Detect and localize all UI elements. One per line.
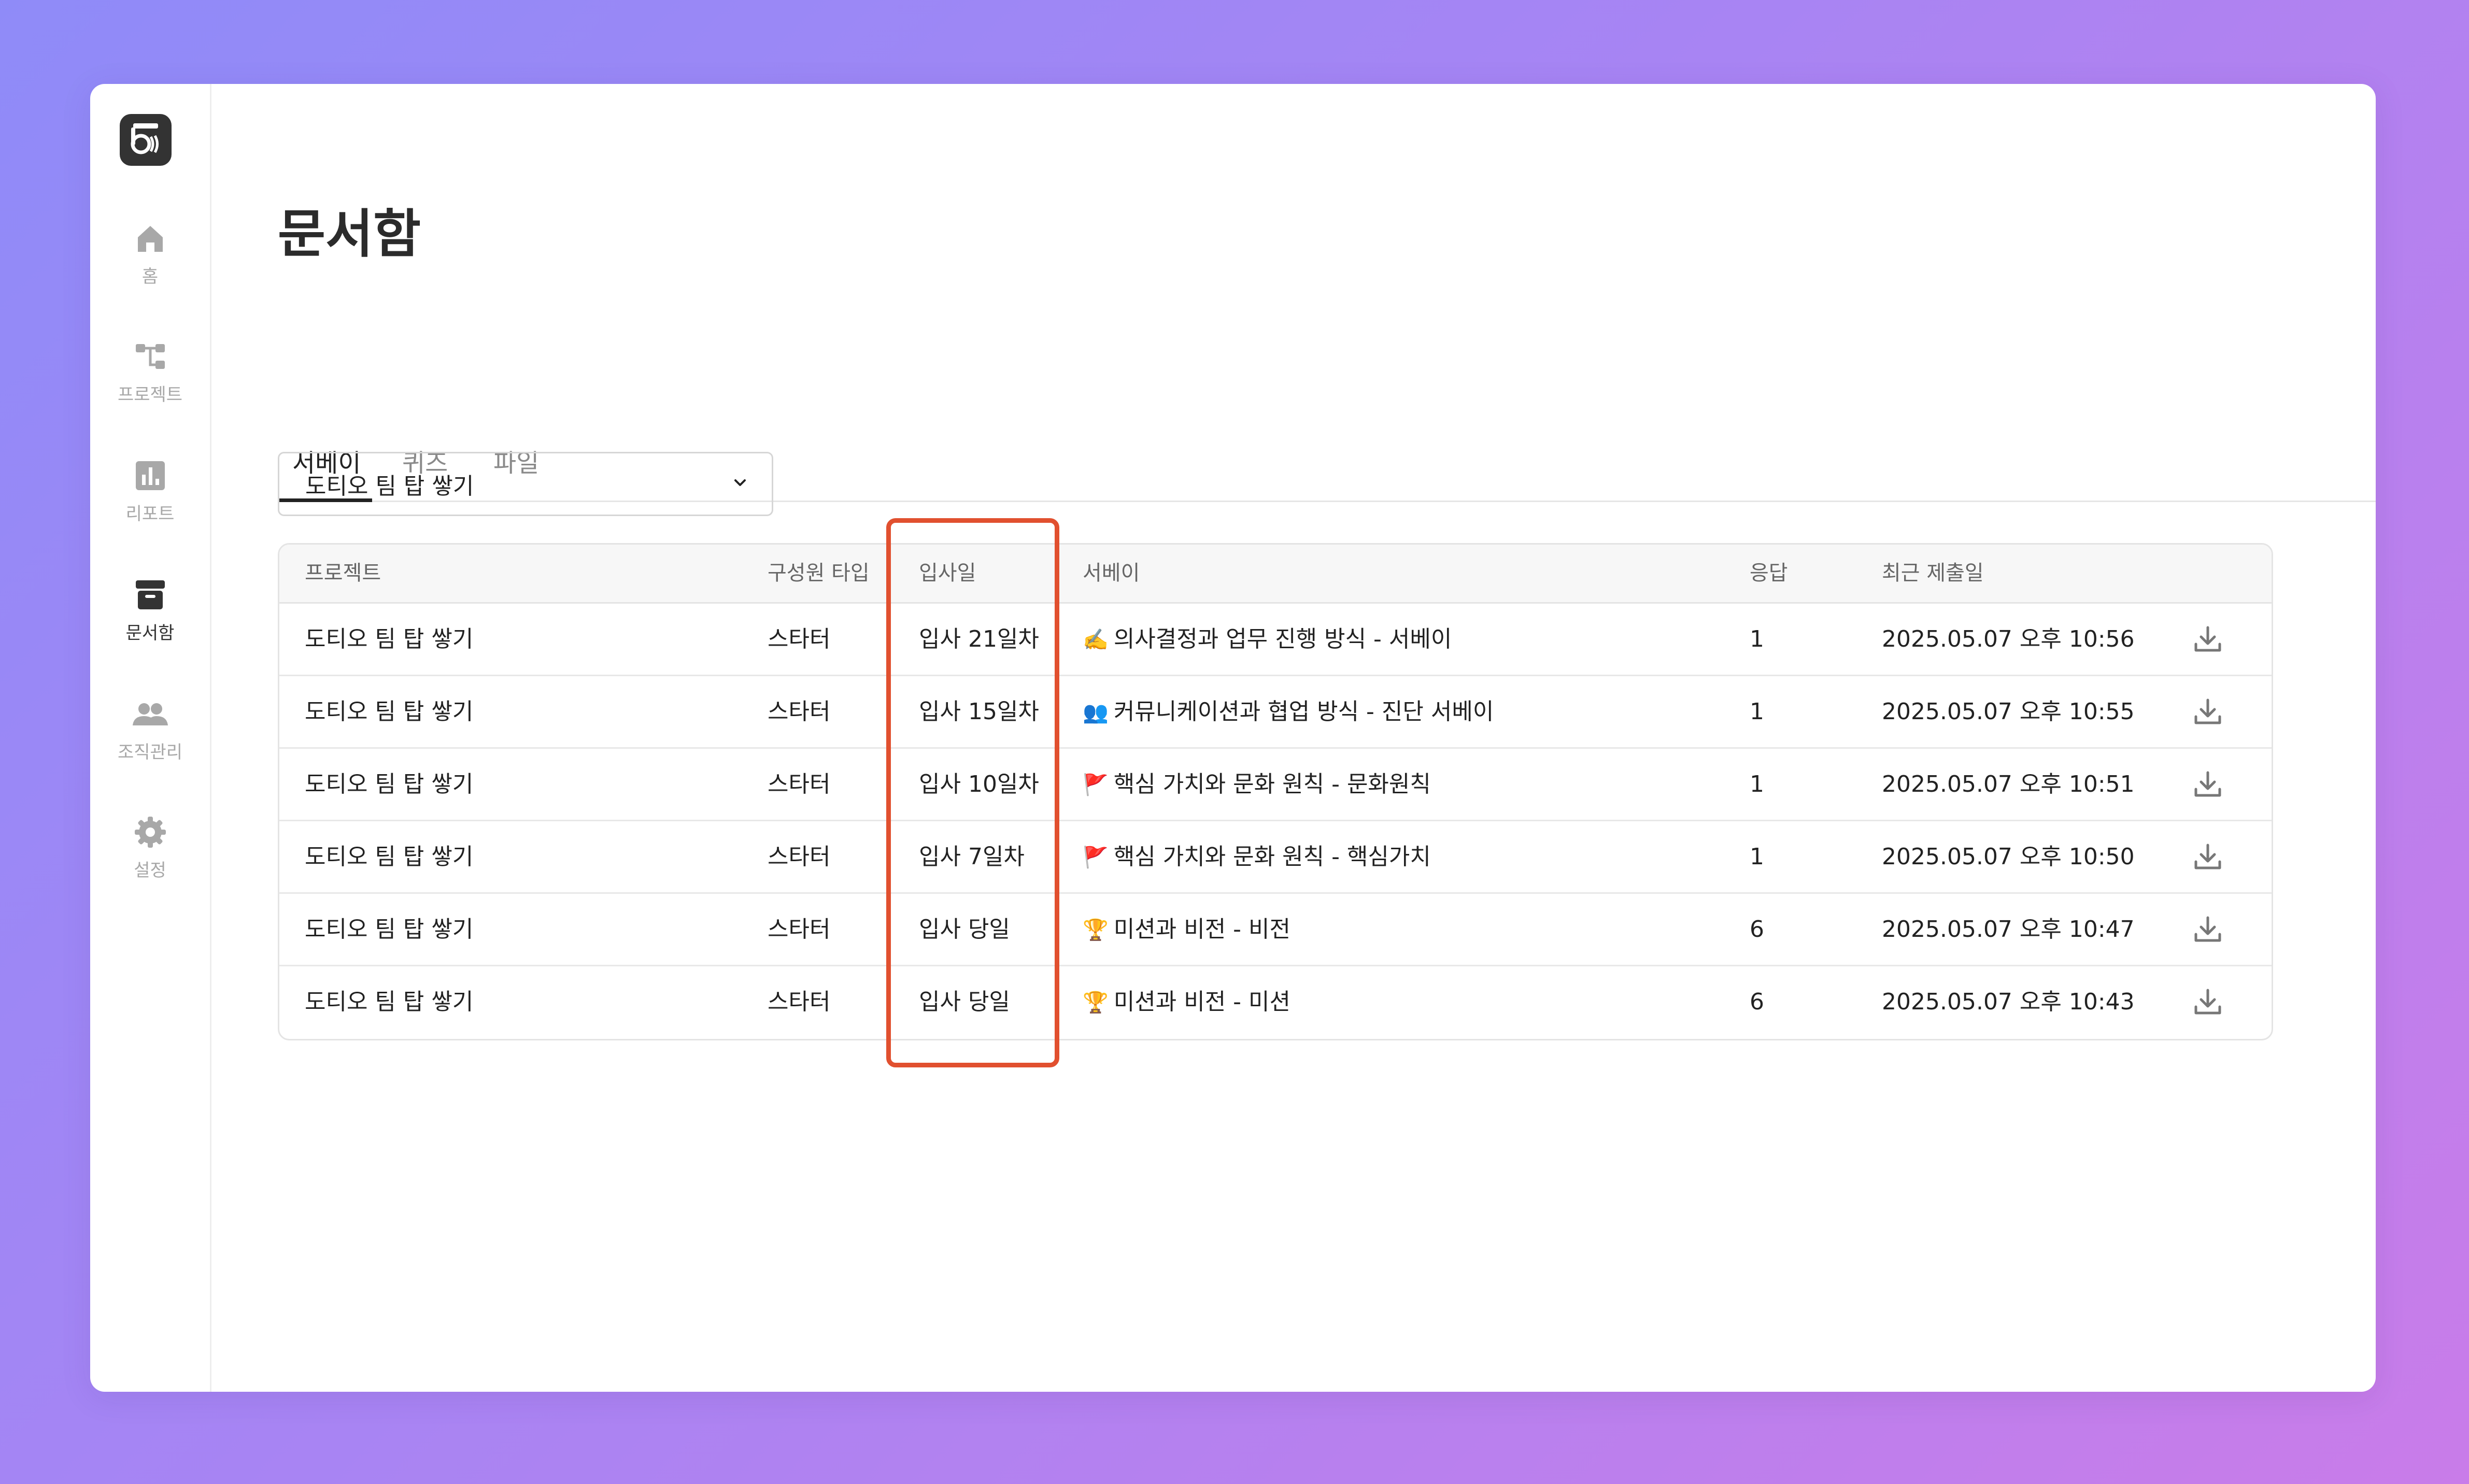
cell-project: 도티오 팀 탑 쌓기 [305,989,474,1015]
download-icon[interactable] [2192,841,2224,873]
cell-member-type: 스타터 [768,916,831,943]
cell-join-day: 입사 21일차 [919,626,1039,652]
cell-member-type: 스타터 [768,626,831,652]
column-header-member-type: 구성원 타입 [768,561,870,585]
table-header: 프로젝트 구성원 타입 입사일 서베이 응답 최근 제출일 [279,545,2272,604]
cell-project: 도티오 팀 탑 쌓기 [305,916,474,943]
survey-emoji-icon: 🏆 [1083,991,1109,1015]
chevron-down-icon [731,474,749,494]
home-icon [132,220,169,257]
page-title: 문서함 [278,204,421,264]
users-icon [132,695,169,733]
column-header-last-submitted: 최근 제출일 [1882,561,1984,585]
sidebar-item-label: 프로젝트 [117,384,183,405]
sidebar-item-label: 조직관리 [117,742,183,763]
cell-project: 도티오 팀 탑 쌓기 [305,771,474,797]
sidebar-item-label: 리포트 [125,504,175,524]
cell-member-type: 스타터 [768,989,831,1015]
cell-responses: 6 [1750,989,1764,1015]
cell-member-type: 스타터 [768,771,831,797]
sidebar-item-report[interactable]: 리포트 [90,457,210,540]
cell-join-day: 입사 10일차 [919,771,1039,797]
cell-responses: 1 [1750,698,1764,725]
table-row[interactable]: 도티오 팀 탑 쌓기 스타터 입사 10일차 🚩 핵심 가치와 문화 원칙 - 문… [279,749,2272,821]
survey-title: 의사결정과 업무 진행 방식 - 서베이 [1113,626,1452,652]
download-icon[interactable] [2192,914,2224,946]
cell-survey: 👥 커뮤니케이션과 협업 방식 - 진단 서베이 [1083,676,1494,747]
cell-last-submitted: 2025.05.07 오후 10:51 [1882,771,2135,797]
cell-member-type: 스타터 [768,844,831,870]
documents-table: 프로젝트 구성원 타입 입사일 서베이 응답 최근 제출일 도티오 팀 탑 쌓기… [278,543,2273,1040]
archive-box-icon [132,576,169,613]
column-header-join-day: 입사일 [919,561,976,585]
survey-emoji-icon: 🏆 [1083,918,1109,942]
sidebar-item-documents[interactable]: 문서함 [90,576,210,659]
download-icon[interactable] [2192,986,2224,1018]
survey-title: 핵심 가치와 문화 원칙 - 문화원칙 [1113,771,1431,797]
survey-title: 커뮤니케이션과 협업 방식 - 진단 서베이 [1113,698,1494,725]
cell-survey: 🚩 핵심 가치와 문화 원칙 - 핵심가치 [1083,821,1431,892]
project-tree-icon [132,338,169,375]
sidebar-item-label: 문서함 [125,623,175,644]
table-row[interactable]: 도티오 팀 탑 쌓기 스타터 입사 7일차 🚩 핵심 가치와 문화 원칙 - 핵심… [279,821,2272,894]
column-header-responses: 응답 [1750,561,1788,585]
table-row[interactable]: 도티오 팀 탑 쌓기 스타터 입사 21일차 ✍️ 의사결정과 업무 진행 방식 … [279,604,2272,676]
survey-emoji-icon: 👥 [1083,701,1109,724]
cell-member-type: 스타터 [768,698,831,725]
cell-project: 도티오 팀 탑 쌓기 [305,626,474,652]
sidebar: 홈 프로젝트 리포트 문서함 조직관리 설정 [90,84,211,1392]
survey-emoji-icon: 🚩 [1083,846,1109,869]
cell-project: 도티오 팀 탑 쌓기 [305,844,474,870]
cell-join-day: 입사 7일차 [919,844,1025,870]
cell-join-day: 입사 당일 [919,916,1010,943]
survey-title: 미션과 비전 - 비전 [1113,916,1291,943]
bar-chart-icon [132,457,169,494]
cell-responses: 6 [1750,916,1764,943]
sidebar-item-label: 홈 [141,266,159,287]
sidebar-item-project[interactable]: 프로젝트 [90,338,210,421]
table-row[interactable]: 도티오 팀 탑 쌓기 스타터 입사 15일차 👥 커뮤니케이션과 협업 방식 - … [279,676,2272,749]
gear-icon [132,814,169,851]
app-logo-icon[interactable] [120,114,172,166]
cell-survey: 🏆 미션과 비전 - 미션 [1083,966,1290,1037]
app-window: 홈 프로젝트 리포트 문서함 조직관리 설정 문서함 서베이 퀴즈 파일 도티오… [90,84,2376,1392]
cell-last-submitted: 2025.05.07 오후 10:47 [1882,916,2135,943]
survey-title: 미션과 비전 - 미션 [1113,989,1291,1015]
table-row[interactable]: 도티오 팀 탑 쌓기 스타터 입사 당일 🏆 미션과 비전 - 비전 6 2025… [279,894,2272,966]
sidebar-item-home[interactable]: 홈 [90,220,210,303]
cell-join-day: 입사 당일 [919,989,1010,1015]
sidebar-item-label: 설정 [134,860,166,881]
download-icon[interactable] [2192,768,2224,801]
column-header-survey: 서베이 [1083,561,1140,585]
cell-survey: 🚩 핵심 가치와 문화 원칙 - 문화원칙 [1083,749,1431,820]
column-header-project: 프로젝트 [305,561,381,585]
survey-title: 핵심 가치와 문화 원칙 - 핵심가치 [1113,844,1431,870]
download-icon[interactable] [2192,623,2224,655]
cell-last-submitted: 2025.05.07 오후 10:55 [1882,698,2135,725]
cell-join-day: 입사 15일차 [919,698,1039,725]
cell-last-submitted: 2025.05.07 오후 10:43 [1882,989,2135,1015]
cell-survey: ✍️ 의사결정과 업무 진행 방식 - 서베이 [1083,604,1452,675]
project-filter-select[interactable]: 도티오 팀 탑 쌓기 [278,452,773,516]
cell-responses: 1 [1750,844,1764,870]
table-row[interactable]: 도티오 팀 탑 쌓기 스타터 입사 당일 🏆 미션과 비전 - 미션 6 2025… [279,966,2272,1039]
survey-emoji-icon: ✍️ [1083,628,1109,652]
sidebar-item-settings[interactable]: 설정 [90,814,210,896]
cell-last-submitted: 2025.05.07 오후 10:50 [1882,844,2135,870]
cell-project: 도티오 팀 탑 쌓기 [305,698,474,725]
download-icon[interactable] [2192,696,2224,728]
cell-responses: 1 [1750,626,1764,652]
cell-survey: 🏆 미션과 비전 - 비전 [1083,894,1290,965]
project-filter-value: 도티오 팀 탑 쌓기 [305,473,474,500]
cell-responses: 1 [1750,771,1764,797]
cell-last-submitted: 2025.05.07 오후 10:56 [1882,626,2135,652]
sidebar-item-organization[interactable]: 조직관리 [90,695,210,778]
survey-emoji-icon: 🚩 [1083,773,1109,797]
